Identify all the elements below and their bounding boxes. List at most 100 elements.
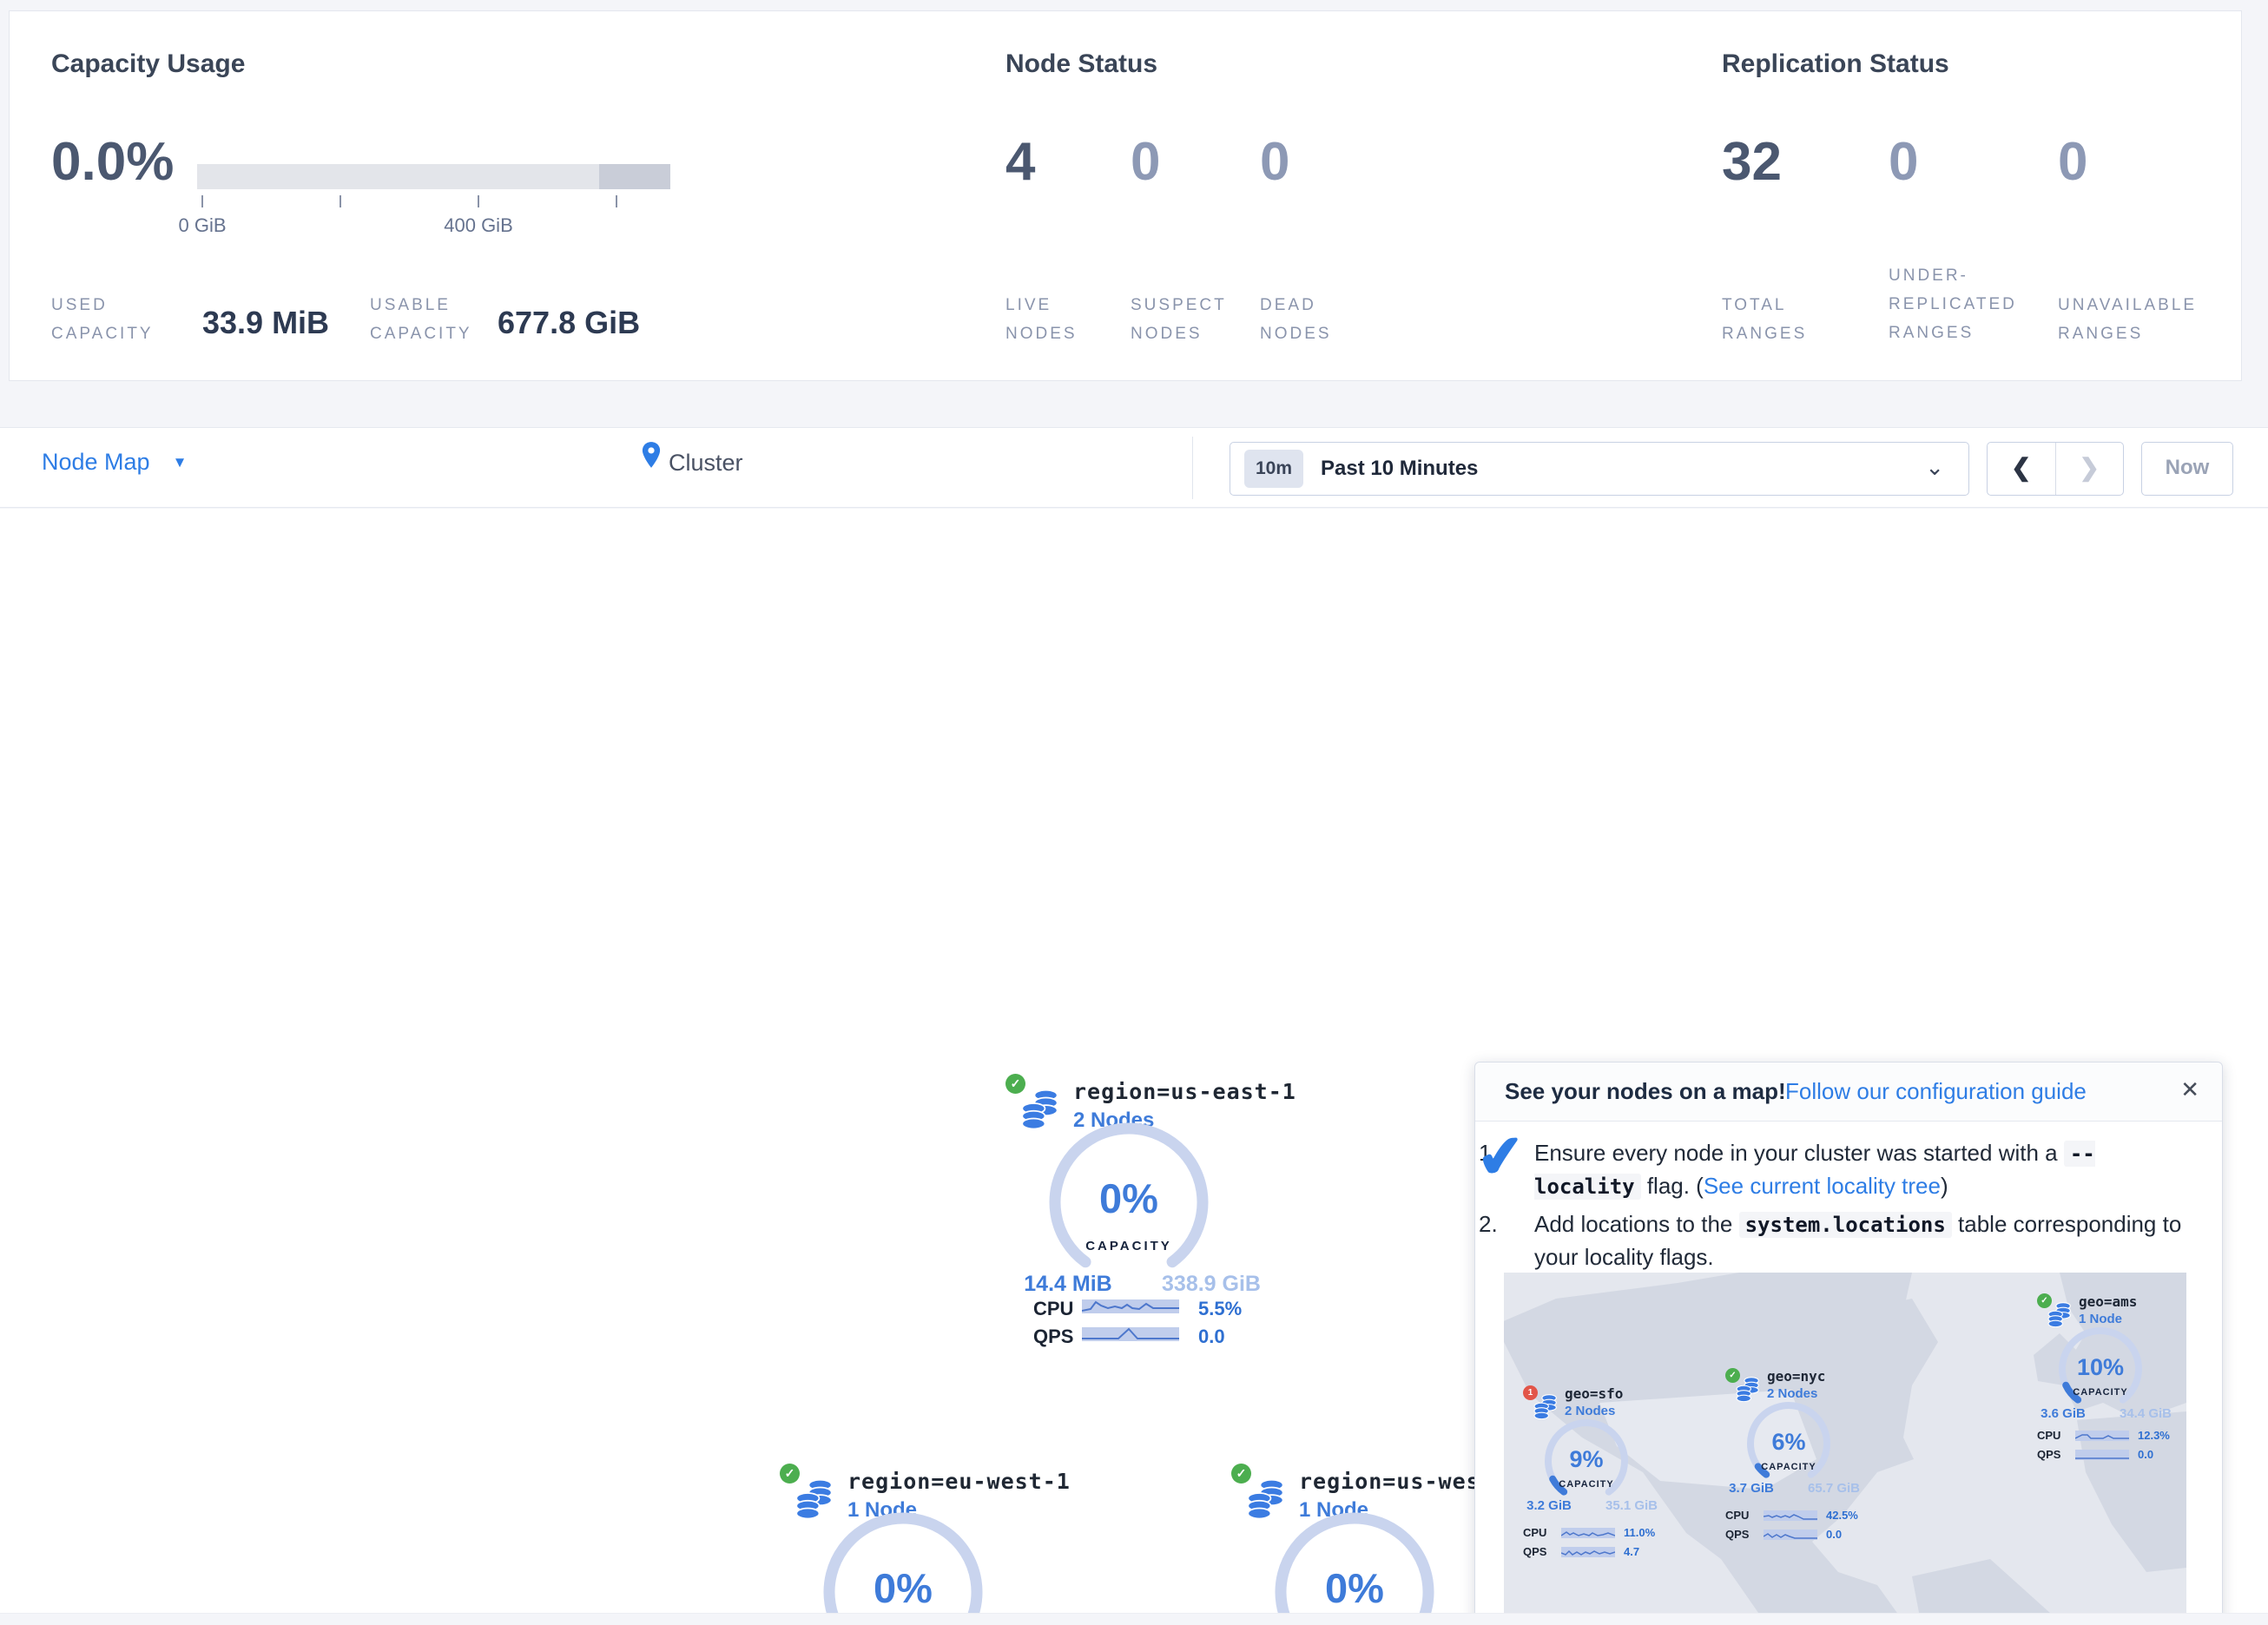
capacity-used-value: 3.2 GiB [1513,1498,1586,1513]
capacity-used-value: 3.7 GiB [1715,1481,1788,1496]
qps-label: QPS [1725,1528,1749,1541]
gauge-tick [201,195,203,207]
cpu-value: 42.5% [1826,1509,1858,1522]
cpu-label: CPU [1725,1509,1749,1522]
live-nodes-label: LIVE NODES [1005,291,1101,348]
view-mode-dropdown[interactable]: Node Map ▼ [42,449,187,476]
qps-value: 4.7 [1624,1545,1639,1558]
step-text: ) [1941,1173,1948,1199]
setup-steps: 1.Ensure every node in your cluster was … [1507,1137,2192,1273]
cpu-label: CPU [2037,1429,2060,1442]
gauge-tick [616,195,617,207]
time-prev-button[interactable]: ❮ [1988,443,2056,495]
qps-label: QPS [1033,1326,1073,1348]
live-nodes-count: 4 [1005,131,1035,193]
locality-tree-link[interactable]: See current locality tree [1704,1173,1941,1199]
gauge-tick-label-0: 0 GiB [142,214,263,237]
qps-sparkline [1561,1547,1615,1557]
cpu-sparkline [2075,1431,2129,1441]
capacity-percent-value: 9% [1539,1446,1634,1473]
system-locations-code: system.locations [1739,1212,1952,1238]
usable-capacity-value: 677.8 GiB [498,305,640,341]
page-footer-strip [0,1613,2268,1625]
cpu-sparkline [1561,1528,1615,1538]
geo-locality-label: geo=nyc [1767,1368,1825,1385]
under-replicated-label: UNDER-REPLICATED RANGES [1889,261,2049,347]
total-ranges-label: TOTAL RANGES [1722,291,1826,348]
now-button[interactable]: Now [2141,442,2233,496]
capacity-total-value: 65.7 GiB [1793,1481,1875,1496]
dead-nodes-label: DEAD NODES [1260,291,1355,348]
step-text: flag. ( [1641,1173,1704,1199]
capacity-percent-value: 0% [1042,1174,1216,1222]
qps-sparkline [2075,1450,2129,1460]
cpu-sparkline [1764,1510,1817,1521]
time-range-badge: 10m [1244,450,1303,488]
capacity-gauge-dark-segment [599,164,670,189]
geo-locality-label: geo=ams [2079,1293,2137,1310]
used-capacity-value: 33.9 MiB [202,305,329,341]
node-map-canvas: ✓ region=us-east-1 2 Nodes 0% CAPACITY 1… [0,509,2268,1613]
cpu-value: 12.3% [2138,1429,2170,1442]
gauge-tick [478,195,479,207]
used-capacity-label: USED CAPACITY [51,291,181,348]
view-mode-label: Node Map [42,449,150,475]
step-number: 2. [1507,1208,1534,1240]
step-text: Ensure every node in your cluster was st… [1534,1140,2064,1166]
popup-header: See your nodes on a map! Follow our conf… [1475,1062,2222,1122]
step-text: Add locations to the [1534,1211,1739,1237]
capacity-total-value: 338.9 GiB [1159,1272,1263,1297]
capacity-total-value: 34.4 GiB [2105,1406,2186,1421]
chevron-down-icon: ⌄ [1925,443,1944,491]
cpu-sparkline [1082,1299,1179,1313]
map-pin-icon [640,441,663,470]
qps-label: QPS [1523,1545,1546,1558]
configuration-guide-link[interactable]: Follow our configuration guide [1785,1078,2087,1105]
cpu-label: CPU [1523,1526,1546,1539]
region-locality-label: region=eu-west-1 [847,1469,1071,1494]
close-icon[interactable]: ✕ [2180,1076,2199,1103]
capacity-caption: CAPACITY [1741,1462,1836,1472]
capacity-percent-value: 6% [1741,1429,1836,1456]
suspect-nodes-label: SUSPECT NODES [1131,291,1243,348]
capacity-caption: CAPACITY [2053,1387,2148,1398]
capacity-percent-value: 10% [2053,1354,2148,1381]
dropdown-caret-icon: ▼ [173,454,188,470]
node-status-title: Node Status [1005,49,1157,79]
breadcrumb-cluster[interactable]: Cluster [669,450,743,477]
qps-sparkline [1764,1530,1817,1540]
view-toolbar: Node Map▼ Cluster 10m Past 10 Minutes ⌄ … [0,427,2268,508]
toolbar-divider [1192,437,1193,499]
capacity-percent-value: 0% [816,1564,990,1612]
cluster-overview-page: Capacity Usage 0.0% 0 GiB 400 GiB USED C… [0,0,2268,1625]
under-replicated-count: 0 [1889,131,1918,193]
cluster-summary-bar: Capacity Usage 0.0% 0 GiB 400 GiB USED C… [9,10,2242,381]
time-range-label: Past 10 Minutes [1321,443,1478,495]
replication-status-title: Replication Status [1722,49,1949,79]
time-range-select[interactable]: 10m Past 10 Minutes ⌄ [1230,442,1969,496]
capacity-percent: 0.0% [51,131,174,193]
qps-value: 0.0 [1826,1528,1842,1541]
node-map-setup-popup: See your nodes on a map! Follow our conf… [1474,1062,2223,1625]
qps-value: 0.0 [2138,1448,2153,1461]
popup-title: See your nodes on a map! [1505,1078,1786,1105]
time-next-button[interactable]: ❯ [2056,443,2124,495]
dead-nodes-count: 0 [1260,131,1289,193]
unavailable-label: UNAVAILABLE RANGES [2058,291,2232,348]
total-ranges-count: 32 [1722,131,1782,193]
capacity-caption: CAPACITY [1042,1239,1216,1253]
suspect-nodes-count: 0 [1131,131,1160,193]
capacity-used-value: 3.6 GiB [2027,1406,2100,1421]
gauge-tick [340,195,341,207]
cpu-value: 5.5% [1198,1298,1242,1320]
example-node-map-image: 1 geo=sfo 2 Nodes 9% CAPACITY 3.2 GiB 35… [1504,1273,2186,1622]
region-locality-label: region=us-east-1 [1073,1079,1296,1104]
capacity-caption: CAPACITY [1539,1479,1634,1490]
completed-check-icon: ✔ [1474,1121,1528,1192]
qps-value: 0.0 [1198,1326,1225,1348]
capacity-percent-value: 0% [1268,1564,1441,1612]
usable-capacity-label: USABLE CAPACITY [370,291,509,348]
capacity-total-value: 35.1 GiB [1591,1498,1672,1513]
time-step-buttons: ❮ ❯ [1987,442,2124,496]
qps-sparkline [1082,1327,1179,1341]
